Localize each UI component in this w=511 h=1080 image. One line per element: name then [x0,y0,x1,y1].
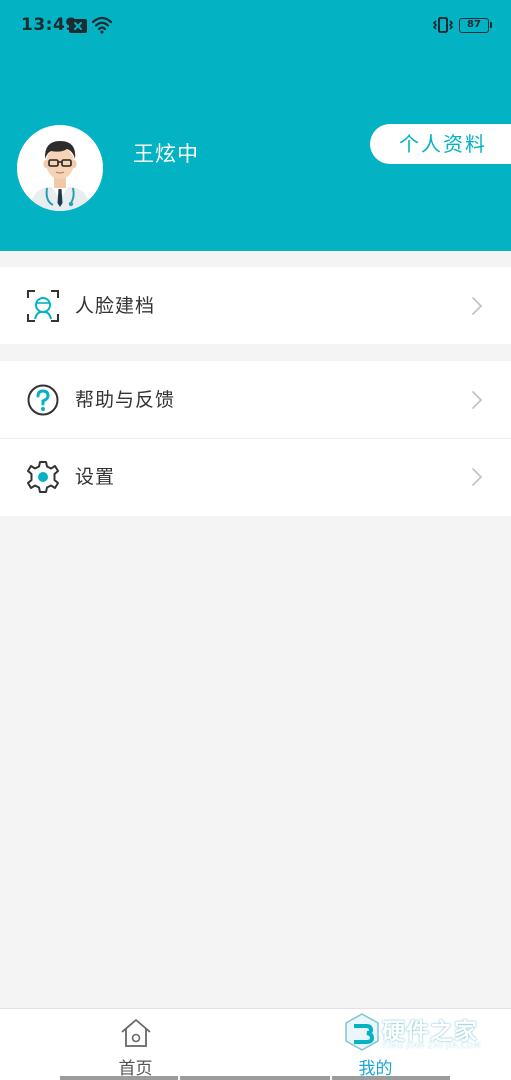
menu-group-face: 人脸建档 [0,267,511,344]
user-name: 王炫中 [133,142,199,166]
tab-underline-home [60,1076,178,1080]
watermark: 硬件之家 YING JIAN ZHI JIA.COM [342,1010,502,1056]
menu-label-help-feedback: 帮助与反馈 [75,389,176,411]
chevron-right-icon [472,468,483,486]
wifi-icon [92,16,112,34]
menu-item-settings[interactable]: 设置 [0,438,511,515]
tab-underline-center [180,1076,330,1080]
menu-label-settings: 设置 [75,466,116,488]
menu-item-face-archive[interactable]: 人脸建档 [0,267,511,344]
menu-item-help-feedback[interactable]: 帮助与反馈 [0,361,511,438]
watermark-sub: YING JIAN ZHI JIA.COM [382,1041,481,1050]
avatar[interactable] [17,125,103,211]
status-bar: 13:49 87 [0,0,511,52]
chevron-right-icon [472,297,483,315]
menu-label-face-archive: 人脸建档 [75,295,156,317]
vibrate-icon [432,17,454,33]
help-question-icon [27,384,59,416]
sim-x-icon [69,19,87,33]
profile-header: 13:49 87 王炫中 个人资料 [0,0,511,251]
doctor-avatar-icon [17,125,103,211]
tab-underline-mine [332,1076,450,1080]
face-scan-icon [27,290,59,322]
gear-icon [27,461,59,493]
menu-group-support: 帮助与反馈 设置 [0,361,511,516]
tab-home[interactable]: 首页 [8,1009,263,1080]
chevron-right-icon [472,391,483,409]
battery-icon: 87 [459,18,492,33]
home-icon [121,1019,151,1047]
profile-info-button[interactable]: 个人资料 [370,124,511,164]
watermark-logo-icon [345,1013,379,1051]
